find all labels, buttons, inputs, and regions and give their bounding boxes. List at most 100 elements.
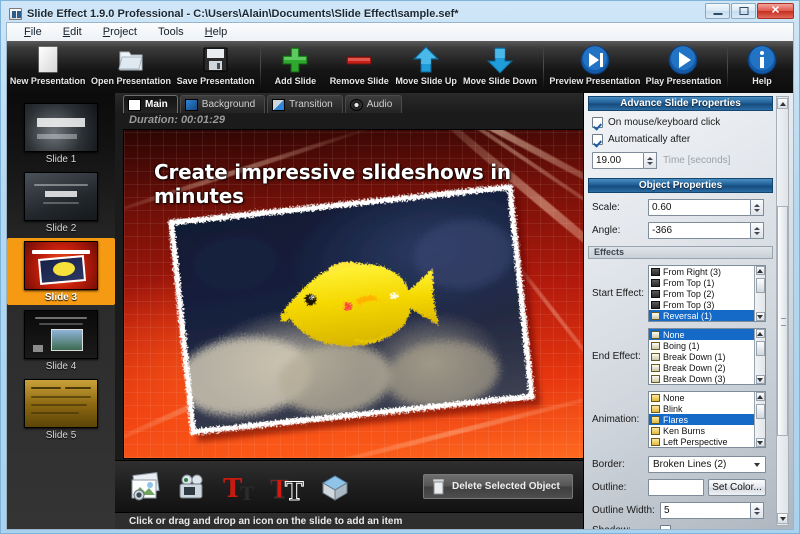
list-item[interactable]: Break Down (1) bbox=[649, 351, 765, 362]
tab-background[interactable]: Background bbox=[179, 95, 266, 113]
chevron-down-icon bbox=[754, 462, 760, 467]
slide-label: Slide 2 bbox=[45, 223, 77, 234]
list-item[interactable]: From Top (1) bbox=[649, 277, 765, 288]
minimize-button[interactable] bbox=[705, 3, 730, 19]
tab-audio[interactable]: Audio bbox=[344, 95, 403, 113]
menu-file[interactable]: File bbox=[15, 24, 51, 40]
slide-photo-object[interactable] bbox=[168, 184, 542, 442]
toolbar-save-presentation[interactable]: Save Presentation bbox=[174, 44, 258, 91]
list-item[interactable]: Left Perspective bbox=[649, 436, 765, 447]
duration-label: Duration: 00:01:29 bbox=[115, 113, 583, 129]
effect-icon bbox=[651, 404, 660, 413]
menu-help[interactable]: Help bbox=[196, 24, 237, 40]
add-text-icon[interactable]: TT bbox=[223, 471, 257, 503]
scroll-down-button[interactable] bbox=[755, 375, 765, 384]
list-item-selected[interactable]: None bbox=[649, 329, 765, 340]
list-item-selected[interactable]: Reversal (1) bbox=[649, 310, 765, 321]
slide-list-item-1[interactable]: Slide 1 bbox=[7, 100, 115, 167]
list-item[interactable]: None bbox=[649, 392, 765, 403]
panel-scrollbar[interactable] bbox=[776, 96, 789, 526]
green-plus-icon bbox=[281, 45, 309, 75]
list-item[interactable]: From Top (2) bbox=[649, 288, 765, 299]
open-folder-icon bbox=[118, 45, 144, 75]
delete-selected-object-button[interactable]: Delete Selected Object bbox=[423, 474, 573, 499]
audio-speaker-icon bbox=[349, 98, 363, 111]
border-dropdown[interactable]: Broken Lines (2) bbox=[648, 456, 766, 473]
add-image-icon[interactable] bbox=[129, 471, 163, 503]
angle-spinner[interactable] bbox=[751, 222, 764, 239]
tab-transition[interactable]: Transition bbox=[267, 95, 343, 113]
scale-input[interactable]: 0.60 bbox=[648, 199, 751, 216]
toolbar-preview-presentation[interactable]: Preview Presentation bbox=[547, 44, 643, 91]
border-row: Border: Broken Lines (2) bbox=[588, 456, 773, 473]
toolbar-add-slide[interactable]: Add Slide bbox=[264, 44, 326, 91]
list-item[interactable]: Break Down (2) bbox=[649, 362, 765, 373]
animation-scrollbar[interactable] bbox=[754, 392, 765, 447]
scale-spinner[interactable] bbox=[751, 199, 764, 216]
toolbar-open-presentation[interactable]: Open Presentation bbox=[88, 44, 174, 91]
scroll-thumb[interactable] bbox=[755, 404, 765, 419]
list-item-selected[interactable]: Flares bbox=[649, 414, 765, 425]
tab-main[interactable]: Main bbox=[123, 95, 178, 113]
time-input[interactable]: 19.00 bbox=[592, 152, 644, 169]
scroll-down-button[interactable] bbox=[755, 438, 765, 447]
time-spinner[interactable] bbox=[644, 152, 657, 169]
list-item[interactable]: From Top (3) bbox=[649, 299, 765, 310]
on-mouse-click-row[interactable]: On mouse/keyboard click bbox=[592, 117, 773, 128]
end-effect-listbox[interactable]: None Boing (1) Break Down (1) Break Down… bbox=[648, 328, 766, 385]
scroll-thumb[interactable] bbox=[755, 278, 765, 293]
slide-label: Slide 1 bbox=[45, 154, 77, 165]
menu-project[interactable]: Project bbox=[94, 24, 146, 40]
set-color-button[interactable]: Set Color... bbox=[708, 479, 766, 496]
outline-width-input[interactable]: 5 bbox=[660, 502, 751, 519]
maximize-button[interactable] bbox=[731, 3, 756, 19]
advance-slide-properties-header: Advance Slide Properties bbox=[588, 96, 773, 111]
time-seconds-label: Time [seconds] bbox=[663, 155, 731, 166]
scroll-thumb[interactable] bbox=[755, 341, 765, 356]
close-button[interactable]: ✕ bbox=[757, 3, 794, 19]
shadow-checkbox[interactable] bbox=[660, 525, 671, 529]
scroll-up-button[interactable] bbox=[755, 266, 765, 275]
outline-width-spinner[interactable] bbox=[751, 502, 764, 519]
menu-tools[interactable]: Tools bbox=[149, 24, 193, 40]
add-object-icon[interactable] bbox=[317, 471, 351, 503]
slide-list-item-3[interactable]: Slide 3 bbox=[7, 238, 115, 305]
toolbar-remove-slide[interactable]: Remove Slide bbox=[326, 44, 392, 91]
toolbar-help[interactable]: Help bbox=[731, 44, 793, 91]
automatically-after-row[interactable]: Automatically after bbox=[592, 134, 773, 145]
animation-listbox[interactable]: None Blink Flares Ken Burns Left Perspec… bbox=[648, 391, 766, 448]
list-item[interactable]: Boing (1) bbox=[649, 340, 765, 351]
start-effect-scrollbar[interactable] bbox=[754, 266, 765, 321]
add-styled-text-icon[interactable]: TT bbox=[270, 471, 305, 503]
slide-list-item-5[interactable]: Slide 5 bbox=[7, 376, 115, 443]
scroll-down-button[interactable] bbox=[755, 312, 765, 321]
list-item[interactable]: Blink bbox=[649, 403, 765, 414]
list-item[interactable]: Break Down (3) bbox=[649, 373, 765, 384]
list-item[interactable]: Ken Burns bbox=[649, 425, 765, 436]
start-effect-listbox[interactable]: From Right (3) From Top (1) From Top (2)… bbox=[648, 265, 766, 322]
automatically-after-checkbox[interactable] bbox=[592, 134, 603, 145]
slide-list-item-2[interactable]: Slide 2 bbox=[7, 169, 115, 236]
outline-color-swatch[interactable] bbox=[648, 479, 704, 496]
slide-list[interactable]: Slide 1 Slide 2 Slide 3 Slide 4 Slide 5 bbox=[7, 93, 115, 529]
slide-canvas[interactable]: Create impressive slideshows in minutes bbox=[123, 129, 585, 459]
panel-scroll-track[interactable] bbox=[777, 110, 788, 512]
toolbar-move-slide-up[interactable]: Move Slide Up bbox=[392, 44, 460, 91]
panel-scroll-down-button[interactable] bbox=[777, 513, 788, 524]
on-mouse-click-checkbox[interactable] bbox=[592, 117, 603, 128]
slide-list-item-4[interactable]: Slide 4 bbox=[7, 307, 115, 374]
panel-scroll-thumb[interactable] bbox=[777, 206, 788, 436]
angle-input[interactable]: -366 bbox=[648, 222, 751, 239]
main-slide-icon bbox=[128, 98, 141, 111]
menu-edit[interactable]: Edit bbox=[54, 24, 91, 40]
scroll-up-button[interactable] bbox=[755, 329, 765, 338]
toolbar-move-slide-down[interactable]: Move Slide Down bbox=[460, 44, 540, 91]
toolbar-play-presentation[interactable]: Play Presentation bbox=[643, 44, 724, 91]
scroll-up-button[interactable] bbox=[755, 392, 765, 401]
list-item[interactable]: From Right (3) bbox=[649, 266, 765, 277]
end-effect-scrollbar[interactable] bbox=[754, 329, 765, 384]
add-video-icon[interactable] bbox=[176, 471, 210, 503]
panel-scroll-up-button[interactable] bbox=[777, 98, 788, 109]
toolbar-new-presentation[interactable]: New Presentation bbox=[7, 44, 88, 91]
slide-label: Slide 5 bbox=[45, 430, 77, 441]
